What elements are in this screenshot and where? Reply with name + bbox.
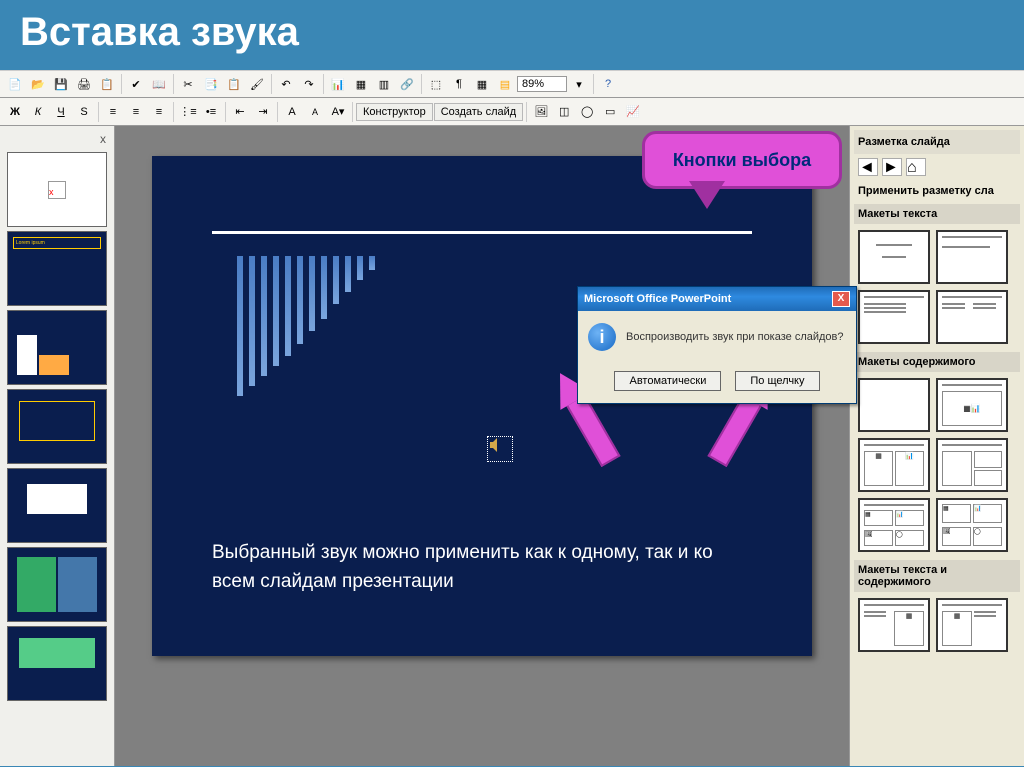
thumbnails-panel: x x Lorem ipsum (0, 126, 115, 766)
research-icon[interactable]: 📖 (148, 73, 170, 95)
layout-combo-1[interactable]: ▦ (858, 598, 930, 652)
zoom-dropdown-icon[interactable]: ▾ (568, 73, 590, 95)
new-slide-button[interactable]: Создать слайд (434, 103, 523, 121)
help-icon[interactable]: ? (597, 73, 619, 95)
layout-content-3[interactable] (936, 438, 1008, 492)
link-icon[interactable]: 🔗 (396, 73, 418, 95)
undo-icon[interactable]: ↶ (275, 73, 297, 95)
toolbar-main: 📄 📂 💾 🖨 📋 ✔ 📖 ✂ 📑 📋 🖌 ↶ ↷ 📊 ▦ ▥ 🔗 ⬚ ¶ ▦ … (0, 70, 1024, 98)
thumb-slide-6[interactable] (7, 547, 107, 622)
save-icon[interactable]: 💾 (50, 73, 72, 95)
insert-shape-icon[interactable]: ◯ (576, 101, 598, 123)
info-icon: i (588, 323, 616, 351)
shadow-icon[interactable]: S (73, 101, 95, 123)
indent-dec-icon[interactable]: ⇤ (229, 101, 251, 123)
italic-icon[interactable]: К (27, 101, 49, 123)
dialog-click-button[interactable]: По щелчку (735, 371, 819, 391)
indent-inc-icon[interactable]: ⇥ (252, 101, 274, 123)
insert-chart-icon[interactable]: 📈 (622, 101, 644, 123)
dialog-auto-button[interactable]: Автоматически (614, 371, 721, 391)
toolbar-format: Ж К Ч S ≡ ≡ ≡ ⋮≡ •≡ ⇤ ⇥ A A A▾ Конструкт… (0, 98, 1024, 126)
insert-pic-icon[interactable]: 🖼 (530, 101, 552, 123)
slide-body-text: Выбранный звук можно применить как к одн… (212, 539, 732, 596)
task-pane-home-icon[interactable]: ⌂ (906, 158, 926, 176)
designer-button[interactable]: Конструктор (356, 103, 433, 121)
redo-icon[interactable]: ↷ (298, 73, 320, 95)
slide-editor-area: Выбранный звук можно применить как к одн… (115, 126, 849, 766)
thumbs-close-button[interactable]: x (4, 130, 110, 148)
align-center-icon[interactable]: ≡ (125, 101, 147, 123)
preview-icon[interactable]: 📋 (96, 73, 118, 95)
layout-content-2[interactable]: ▦📊 (858, 438, 930, 492)
layout-two-col[interactable] (936, 290, 1008, 344)
dialog-title-text: Microsoft Office PowerPoint (584, 293, 731, 305)
thumb-slide-3[interactable] (7, 310, 107, 385)
sound-dialog: Microsoft Office PowerPoint X i Воспроиз… (577, 286, 857, 404)
task-pane-fwd-icon[interactable]: ► (882, 158, 902, 176)
task-pane-header: Разметка слайда (854, 130, 1020, 154)
font-size-up-icon[interactable]: A (281, 101, 303, 123)
layout-blank[interactable] (858, 378, 930, 432)
insert-diagram-icon[interactable]: ◫ (553, 101, 575, 123)
slide-divider (212, 231, 752, 234)
thumb-slide-4[interactable] (7, 389, 107, 464)
thumb-slide-2[interactable]: Lorem ipsum (7, 231, 107, 306)
task-pane-back-icon[interactable]: ◄ (858, 158, 878, 176)
insert-textbox-icon[interactable]: ▭ (599, 101, 621, 123)
page-title-bar: Вставка звука (0, 0, 1024, 70)
layout-title-only[interactable] (858, 230, 930, 284)
bullet-list-icon[interactable]: •≡ (200, 101, 222, 123)
section-combo-layouts: Макеты текста и содержимого (854, 560, 1020, 592)
grid-icon[interactable]: ▦ (471, 73, 493, 95)
show-marks-icon[interactable]: ¶ (448, 73, 470, 95)
layout-content-4[interactable]: ▦📊🖼◯ (858, 498, 930, 552)
task-pane-apply-label: Применить разметку сла (854, 180, 1020, 202)
section-content-layouts: Макеты содержимого (854, 352, 1020, 372)
dialog-close-button[interactable]: X (832, 291, 850, 307)
tables-borders-icon[interactable]: ▥ (373, 73, 395, 95)
font-size-down-icon[interactable]: A (304, 101, 326, 123)
callout-text: Кнопки выбора (673, 150, 811, 171)
thumb-slide-7[interactable] (7, 626, 107, 701)
layout-content[interactable]: ▦📊 (936, 378, 1008, 432)
current-slide[interactable]: Выбранный звук можно применить как к одн… (152, 156, 812, 656)
slide-bars-graphic (237, 256, 375, 396)
paste-icon[interactable]: 📋 (223, 73, 245, 95)
align-right-icon[interactable]: ≡ (148, 101, 170, 123)
layout-combo-2[interactable]: ▦ (936, 598, 1008, 652)
align-left-icon[interactable]: ≡ (102, 101, 124, 123)
speaker-icon (488, 437, 504, 453)
expand-icon[interactable]: ⬚ (425, 73, 447, 95)
layout-bullets[interactable] (858, 290, 930, 344)
numbered-list-icon[interactable]: ⋮≡ (177, 101, 199, 123)
dialog-titlebar: Microsoft Office PowerPoint X (578, 287, 856, 311)
callout-tail (693, 184, 721, 208)
thumb-slide-5[interactable] (7, 468, 107, 543)
chart-icon[interactable]: 📊 (327, 73, 349, 95)
open-icon[interactable]: 📂 (27, 73, 49, 95)
section-text-layouts: Макеты текста (854, 204, 1020, 224)
dialog-message: Воспроизводить звук при показе слайдов? (626, 331, 844, 343)
bold-icon[interactable]: Ж (4, 101, 26, 123)
layout-title-body[interactable] (936, 230, 1008, 284)
underline-icon[interactable]: Ч (50, 101, 72, 123)
table-icon[interactable]: ▦ (350, 73, 372, 95)
layout-content-5[interactable]: ▦📊🖼◯ (936, 498, 1008, 552)
font-color-icon[interactable]: A▾ (327, 101, 349, 123)
new-doc-icon[interactable]: 📄 (4, 73, 26, 95)
callout-box: Кнопки выбора (642, 131, 842, 189)
zoom-input[interactable] (517, 76, 567, 92)
copy-icon[interactable]: 📑 (200, 73, 222, 95)
sound-object[interactable] (487, 436, 513, 462)
workspace: x x Lorem ipsum Выбранный звук можно при… (0, 126, 1024, 766)
task-pane: Разметка слайда ◄ ► ⌂ Применить разметку… (849, 126, 1024, 766)
print-icon[interactable]: 🖨 (73, 73, 95, 95)
spellcheck-icon[interactable]: ✔ (125, 73, 147, 95)
cut-icon[interactable]: ✂ (177, 73, 199, 95)
format-painter-icon[interactable]: 🖌 (246, 73, 268, 95)
page-title: Вставка звука (20, 10, 1004, 55)
color-icon[interactable]: ▤ (494, 73, 516, 95)
thumb-slide-1[interactable]: x (7, 152, 107, 227)
